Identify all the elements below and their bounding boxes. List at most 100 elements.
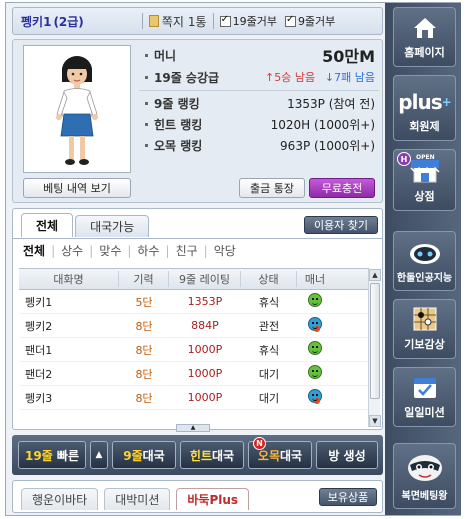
refuse-19-label: 19줄거부: [232, 15, 277, 28]
filter-all[interactable]: 전체: [23, 242, 45, 259]
table-row[interactable]: 펭키1 5단 1353P 휴식: [19, 290, 369, 314]
scroll-up-icon[interactable]: ▲: [369, 269, 381, 281]
lobby-main-panel: 펭키1 (2급) 쪽지 1통 19줄거부 9줄거부: [6, 3, 385, 515]
filter-friends[interactable]: 친구: [176, 242, 198, 259]
profile-info: 머니 50만M 19줄 승강급 ↑5승 남음 ↓7패 남음 9줄 랭킹 1353…: [139, 44, 379, 156]
create-room-button[interactable]: 방 생성: [316, 441, 378, 469]
quick-19-dropdown-icon[interactable]: ▲: [90, 441, 108, 469]
game-9-button[interactable]: 9줄 대국: [112, 441, 176, 469]
owned-items-button[interactable]: 보유상품: [319, 488, 377, 506]
betting-history-button[interactable]: 베팅 내역 보기: [23, 178, 131, 198]
refuse-19-checkbox[interactable]: 19줄거부: [219, 13, 277, 29]
money-label: 머니: [154, 48, 177, 63]
column-header-rating[interactable]: 9줄 레이팅: [169, 271, 241, 287]
rank-row-hint: 힌트 랭킹 1020H (1000위+): [139, 114, 379, 135]
scroll-thumb[interactable]: [370, 283, 380, 399]
quick-19-prefix: 19줄: [24, 448, 53, 463]
shop-open-label: OPEN: [416, 154, 435, 161]
table-row[interactable]: 펭키3 8단 1000P 대기: [19, 386, 369, 410]
refuse-9-checkbox[interactable]: 9줄거부: [284, 13, 335, 29]
column-header-name[interactable]: 대화명: [19, 271, 119, 287]
collapse-toggle-icon[interactable]: ▲: [176, 424, 210, 432]
memo-count: 1통: [187, 14, 207, 29]
promotion-row: 19줄 승강급 ↑5승 남음 ↓7패 남음: [139, 66, 379, 88]
column-header-rank[interactable]: 기력: [119, 271, 169, 287]
filter-equal[interactable]: 맞수: [99, 242, 121, 259]
sidebar-item-membership[interactable]: plus + 회원제: [393, 75, 456, 141]
sidebar-item-label: 상점: [414, 190, 435, 203]
scroll-down-icon[interactable]: ▼: [369, 415, 381, 427]
h-badge: H: [397, 152, 411, 166]
table-row[interactable]: 팬더2 8단 1000P 대기: [19, 362, 369, 386]
column-header-status[interactable]: 상태: [241, 271, 297, 287]
tab-baduk-plus[interactable]: 바둑Plus: [176, 488, 250, 510]
bullet-icon: [145, 53, 148, 57]
user-table: 대화명 기력 9줄 레이팅 상태 매너 펭키1 5단 1353P 휴식 펭키2 …: [19, 268, 369, 410]
plus-logo-text: plus: [398, 90, 442, 114]
omok-game-button[interactable]: N 오목 대국: [248, 437, 312, 469]
tab-lucky-avatar[interactable]: 행운이바타: [21, 488, 99, 510]
filter-weaker[interactable]: 하수: [137, 242, 159, 259]
sidebar-item-daily-mission[interactable]: 일일미션: [393, 367, 456, 427]
tab-available[interactable]: 대국가능: [75, 215, 150, 237]
manner-cell: [297, 317, 333, 334]
profile-panel: 머니 50만M 19줄 승강급 ↑5승 남음 ↓7패 남음 9줄 랭킹 1353…: [12, 39, 383, 203]
divider: |: [89, 243, 94, 258]
bottom-tabs: 행운이바타 대박미션 바둑Plus: [21, 488, 255, 510]
rank-row-omok: 오목 랭킹 963P (1000위+): [139, 135, 379, 156]
user-rank: 8단: [135, 343, 153, 357]
manner-good-icon: [308, 341, 322, 355]
manner-good-icon: [308, 365, 322, 379]
manner-angry-icon: [308, 317, 322, 332]
list-scrollbar[interactable]: ▲ ▼: [368, 269, 381, 427]
sidebar-item-label: 복면베팅왕: [401, 491, 448, 502]
game-9-prefix: 9줄: [123, 448, 143, 463]
rank-value: 1020H (1000위+): [270, 118, 375, 132]
money-row: 머니 50만M: [139, 44, 379, 66]
table-row[interactable]: 팬더1 8단 1000P 휴식: [19, 338, 369, 362]
tab-all[interactable]: 전체: [21, 213, 74, 237]
table-header: 대화명 기력 9줄 레이팅 상태 매너: [19, 268, 369, 290]
withdraw-account-button[interactable]: 출금 통장: [239, 178, 305, 198]
game-lobby-window: 펭키1 (2급) 쪽지 1통 19줄거부 9줄거부: [5, 2, 461, 516]
sidebar-item-masked-betting[interactable]: 복면베팅왕: [393, 443, 456, 509]
find-user-button[interactable]: 이용자 찾기: [304, 216, 378, 234]
user-name: 팬더2: [25, 367, 53, 381]
shop-icon: [408, 158, 442, 184]
user-rating: 1000P: [187, 367, 223, 380]
user-status: 휴식: [258, 295, 280, 309]
divider: [139, 90, 379, 91]
mask-icon: [405, 453, 445, 483]
user-rating: 884P: [191, 319, 219, 332]
divider: |: [165, 243, 170, 258]
sidebar-item-label: 홈페이지: [404, 46, 445, 59]
quick-19-suffix: 빠른: [56, 448, 80, 463]
sidebar-item-shop[interactable]: H OPEN 상점: [393, 149, 456, 211]
user-rank: 8단: [135, 367, 153, 381]
memo-button[interactable]: 쪽지 1통: [136, 13, 207, 30]
calendar-check-icon: [411, 374, 439, 400]
divider: [212, 13, 214, 29]
user-rank: 8단: [135, 319, 153, 333]
avatar: [23, 45, 131, 173]
rank-label: 오목 랭킹: [154, 139, 203, 153]
column-header-manner[interactable]: 매너: [297, 271, 333, 287]
sidebar-item-ai[interactable]: 한돌인공지능: [393, 231, 456, 291]
hint-prefix: 힌트: [189, 448, 212, 463]
divider: |: [127, 243, 132, 258]
manner-good-icon: [308, 293, 322, 307]
sidebar-item-label: 기보감상: [404, 338, 445, 351]
sidebar-item-homepage[interactable]: 홈페이지: [393, 7, 456, 67]
hint-game-button[interactable]: 힌트 대국: [180, 441, 244, 469]
divider: [13, 238, 382, 239]
quick-19-button[interactable]: 19줄 빠른: [18, 441, 86, 469]
user-rating: 1000P: [187, 391, 223, 404]
memo-label: 쪽지: [161, 14, 184, 29]
tab-jackpot-mission[interactable]: 대박미션: [104, 488, 171, 510]
filter-villains[interactable]: 악당: [214, 242, 236, 259]
filter-stronger[interactable]: 상수: [61, 242, 83, 259]
sidebar-item-game-records[interactable]: 기보감상: [393, 299, 456, 359]
free-charge-button[interactable]: 무료충전: [309, 178, 375, 198]
avatar-character-icon: [56, 56, 98, 165]
table-row[interactable]: 펭키2 8단 884P 관전: [19, 314, 369, 338]
